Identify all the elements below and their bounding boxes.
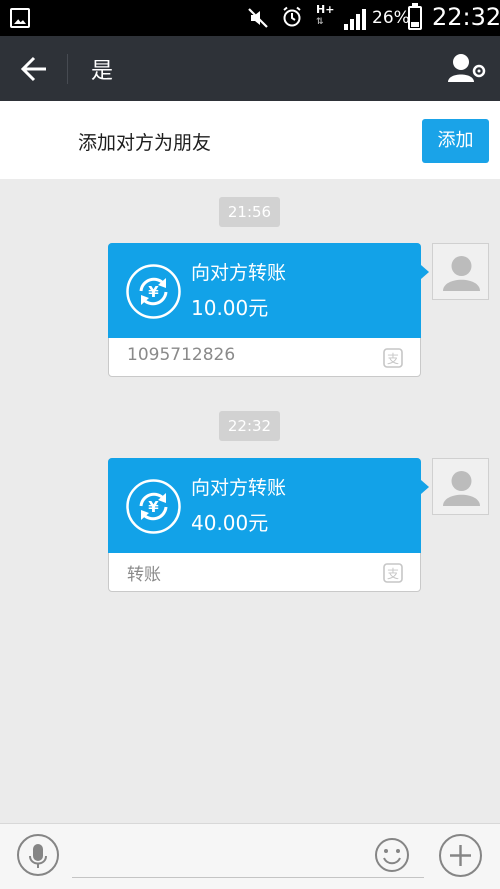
user-settings-icon[interactable] [446, 52, 486, 84]
alipay-icon: 支 [383, 563, 403, 583]
transfer-title: 向对方转账 [191, 477, 287, 499]
add-friend-button[interactable]: 添加 [422, 119, 489, 163]
svg-text:¥: ¥ [148, 498, 159, 516]
input-bar [0, 823, 500, 889]
message-timestamp: 21:56 [219, 197, 280, 227]
transfer-amount: 40.00元 [191, 511, 269, 535]
microphone-icon [29, 844, 47, 868]
transfer-note: 1095712826 [127, 345, 236, 365]
gallery-icon [10, 8, 30, 28]
plus-icon [450, 845, 471, 866]
transfer-title: 向对方转账 [191, 262, 287, 284]
clock: 22:32 [432, 3, 500, 31]
avatar[interactable] [432, 458, 489, 515]
voice-button[interactable] [17, 834, 59, 876]
transfer-card[interactable]: ¥ 向对方转账 10.00元 1095712826 支 [108, 243, 429, 377]
bubble-tail [421, 480, 429, 494]
transfer-card[interactable]: ¥ 向对方转账 40.00元 转账 支 [108, 458, 429, 592]
battery-icon [408, 3, 422, 30]
mute-icon [248, 8, 268, 28]
message-timestamp: 22:32 [219, 411, 280, 441]
title-divider [67, 54, 68, 84]
alipay-icon: 支 [383, 348, 403, 368]
chat-title: 是 [91, 59, 114, 84]
status-bar: H+ ⇅ 26% 22:32 [0, 0, 500, 36]
transfer-amount: 10.00元 [191, 296, 269, 320]
svg-text:¥: ¥ [148, 283, 159, 301]
battery-percent: 26% [372, 8, 410, 28]
arrow-left-icon[interactable] [14, 52, 50, 86]
bubble-tail [421, 265, 429, 279]
svg-text:支: 支 [387, 567, 399, 581]
add-friend-bar: 添加对方为朋友 添加 [0, 101, 500, 179]
transfer-card-header: ¥ 向对方转账 40.00元 [108, 458, 421, 553]
plus-button[interactable] [439, 834, 482, 877]
alarm-icon [283, 6, 301, 27]
title-bar: 是 [0, 36, 500, 101]
message-input[interactable] [72, 834, 424, 878]
add-friend-prompt: 添加对方为朋友 [78, 132, 212, 154]
yuan-transfer-icon: ¥ [126, 264, 181, 319]
person-icon [443, 471, 480, 506]
yuan-transfer-icon: ¥ [126, 479, 181, 534]
transfer-note: 转账 [127, 565, 161, 585]
signal-icon [344, 9, 366, 30]
transfer-card-header: ¥ 向对方转账 10.00元 [108, 243, 421, 338]
person-icon [443, 256, 480, 291]
network-type: H+ ⇅ [316, 3, 335, 27]
svg-text:支: 支 [387, 352, 399, 366]
smiley-icon[interactable] [373, 836, 411, 874]
avatar[interactable] [432, 243, 489, 300]
